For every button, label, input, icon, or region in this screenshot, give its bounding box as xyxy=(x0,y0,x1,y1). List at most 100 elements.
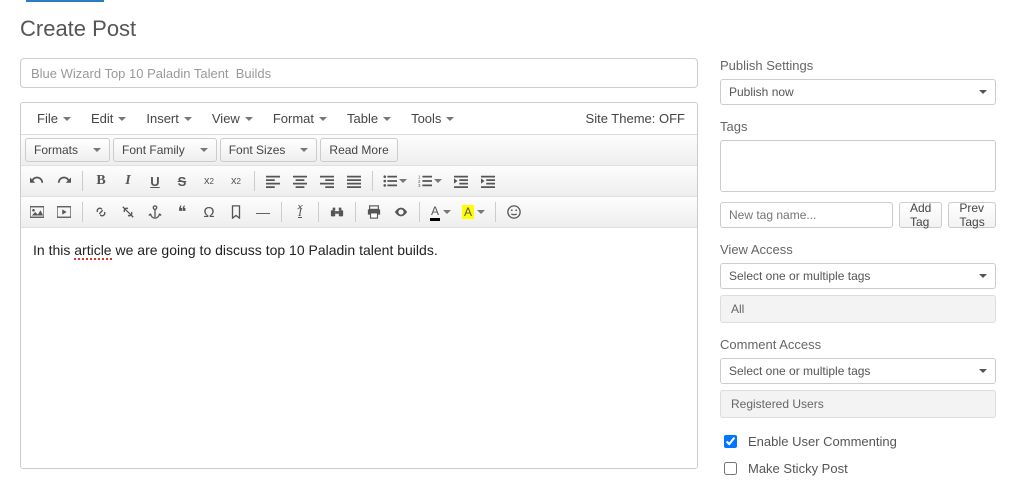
publish-settings-label: Publish Settings xyxy=(720,58,996,73)
emoji-button[interactable] xyxy=(502,200,526,224)
align-justify-button[interactable] xyxy=(342,169,366,193)
comment-access-reg[interactable]: Registered Users xyxy=(720,390,996,418)
separator xyxy=(82,202,83,222)
tags-box[interactable] xyxy=(720,140,996,192)
underline-button[interactable]: U xyxy=(143,169,167,193)
undo-icon xyxy=(30,174,44,188)
outdent-button[interactable] xyxy=(449,169,473,193)
svg-text:3: 3 xyxy=(418,183,421,188)
blockquote-button[interactable]: ❝ xyxy=(170,200,194,224)
outdent-icon xyxy=(454,174,468,188)
menu-format[interactable]: Format xyxy=(263,106,337,131)
caret-icon xyxy=(477,210,485,214)
separator xyxy=(419,202,420,222)
bullet-list-icon xyxy=(383,174,397,188)
subscript-button[interactable]: x2 xyxy=(197,169,221,193)
caret-icon xyxy=(434,179,442,183)
prev-tags-button[interactable]: Prev Tags xyxy=(948,202,996,228)
print-icon xyxy=(367,205,381,219)
indent-button[interactable] xyxy=(476,169,500,193)
caret-icon xyxy=(184,117,192,121)
align-center-button[interactable] xyxy=(288,169,312,193)
formats-select[interactable]: Formats xyxy=(25,138,110,162)
find-replace-button[interactable] xyxy=(325,200,349,224)
view-access-select[interactable]: Select one or multiple tags xyxy=(720,263,996,289)
view-access-all[interactable]: All xyxy=(720,295,996,323)
special-char-button[interactable]: Ω xyxy=(197,200,221,224)
formats-select-label: Formats xyxy=(34,143,78,157)
editor-panel: File Edit Insert View Format Table Tools… xyxy=(20,102,698,469)
menu-tools[interactable]: Tools xyxy=(401,106,464,131)
bookmark-button[interactable] xyxy=(224,200,248,224)
separator xyxy=(254,171,255,191)
font-sizes-select[interactable]: Font Sizes xyxy=(220,138,318,162)
accent-bar xyxy=(26,0,104,2)
insert-media-button[interactable] xyxy=(52,200,76,224)
new-tag-input[interactable] xyxy=(720,202,893,228)
align-left-button[interactable] xyxy=(261,169,285,193)
anchor-icon xyxy=(148,205,162,219)
superscript-button[interactable]: x2 xyxy=(224,169,248,193)
caret-icon xyxy=(399,179,407,183)
sticky-post-checkbox[interactable] xyxy=(724,462,737,475)
font-family-select[interactable]: Font Family xyxy=(113,138,217,162)
menu-tools-label: Tools xyxy=(411,111,441,126)
menu-table-label: Table xyxy=(347,111,378,126)
caret-icon xyxy=(63,117,71,121)
unlink-button[interactable] xyxy=(116,200,140,224)
caret-icon xyxy=(300,148,308,152)
publish-settings-select[interactable]: Publish now xyxy=(720,79,996,105)
align-right-button[interactable] xyxy=(315,169,339,193)
site-theme-toggle[interactable]: Site Theme: OFF xyxy=(586,111,691,126)
italic-button[interactable]: I xyxy=(116,169,140,193)
insert-link-button[interactable] xyxy=(89,200,113,224)
menu-view[interactable]: View xyxy=(202,106,263,131)
menu-format-label: Format xyxy=(273,111,314,126)
menu-file[interactable]: File xyxy=(27,106,81,131)
add-tag-button[interactable]: Add Tag xyxy=(899,202,942,228)
editor-menubar: File Edit Insert View Format Table Tools… xyxy=(21,103,697,135)
site-theme-state: OFF xyxy=(659,111,685,126)
menu-table[interactable]: Table xyxy=(337,106,401,131)
read-more-button[interactable]: Read More xyxy=(320,138,397,162)
preview-button[interactable] xyxy=(389,200,413,224)
align-center-icon xyxy=(293,174,307,188)
bullet-list-button[interactable] xyxy=(379,169,411,193)
post-title-input[interactable] xyxy=(20,58,698,88)
toolbar-row-2: B I U S x2 x2 123 xyxy=(21,166,697,197)
redo-button[interactable] xyxy=(52,169,76,193)
sticky-post-row[interactable]: Make Sticky Post xyxy=(720,459,996,478)
font-family-label: Font Family xyxy=(122,143,185,157)
editor-content[interactable]: In this article we are going to discuss … xyxy=(21,228,697,468)
read-more-label: Read More xyxy=(329,143,388,157)
enable-commenting-row[interactable]: Enable User Commenting xyxy=(720,432,996,451)
menu-view-label: View xyxy=(212,111,240,126)
bg-color-button[interactable]: A xyxy=(458,200,489,224)
strikethrough-button[interactable]: S xyxy=(170,169,194,193)
number-list-icon: 123 xyxy=(418,174,432,188)
menu-edit[interactable]: Edit xyxy=(81,106,136,131)
caret-icon xyxy=(319,117,327,121)
toolbar-row-1: Formats Font Family Font Sizes Read More xyxy=(21,135,697,166)
caret-icon xyxy=(979,274,987,278)
body-text-suffix: we are going to discuss top 10 Paladin t… xyxy=(112,242,438,258)
font-sizes-label: Font Sizes xyxy=(229,143,286,157)
comment-access-select[interactable]: Select one or multiple tags xyxy=(720,358,996,384)
print-button[interactable] xyxy=(362,200,386,224)
insert-image-button[interactable] xyxy=(25,200,49,224)
separator xyxy=(281,202,282,222)
bold-button[interactable]: B xyxy=(89,169,113,193)
menu-insert[interactable]: Insert xyxy=(136,106,202,131)
anchor-button[interactable] xyxy=(143,200,167,224)
align-justify-icon xyxy=(347,174,361,188)
bookmark-icon xyxy=(229,205,243,219)
page-title: Create Post xyxy=(20,16,1004,42)
undo-button[interactable] xyxy=(25,169,49,193)
enable-commenting-checkbox[interactable] xyxy=(724,435,737,448)
text-color-button[interactable]: A xyxy=(426,200,455,224)
caret-icon xyxy=(383,117,391,121)
caret-icon xyxy=(443,210,451,214)
clear-format-button[interactable]: I✕ xyxy=(288,200,312,224)
hr-button[interactable]: — xyxy=(251,200,275,224)
number-list-button[interactable]: 123 xyxy=(414,169,446,193)
